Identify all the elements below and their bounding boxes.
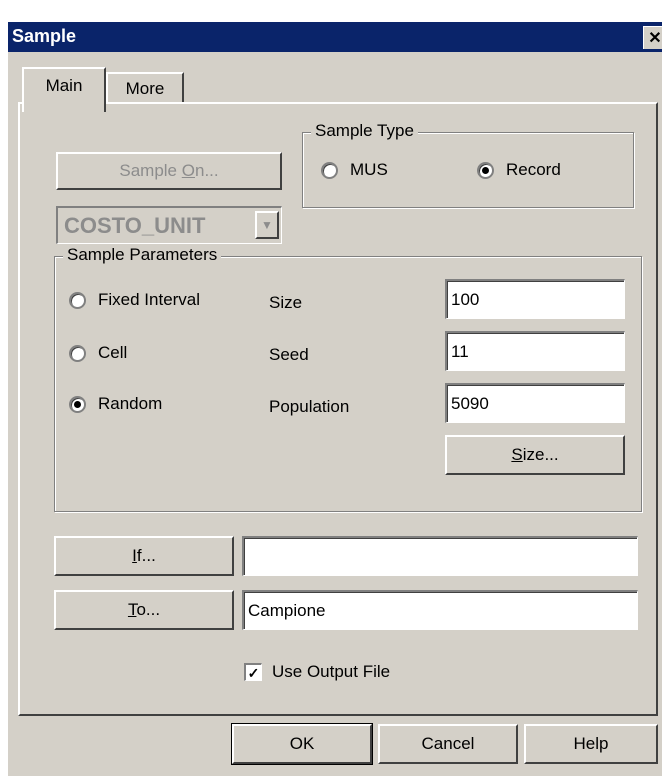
radio-random[interactable]: Random: [69, 394, 162, 414]
checkmark-icon: ✓: [244, 663, 262, 681]
help-button-label: Help: [573, 734, 609, 753]
radio-fixed-interval[interactable]: Fixed Interval: [69, 290, 200, 310]
sample-dialog: Sample ✕ Main More Sample On... COSTO_UN…: [8, 22, 662, 776]
sample-type-legend: Sample Type: [311, 121, 418, 141]
sample-parameters-legend: Sample Parameters: [63, 245, 222, 265]
if-button-label: If...: [132, 546, 156, 565]
size-button-label: Size...: [511, 445, 559, 464]
radio-mus[interactable]: MUS: [321, 160, 388, 180]
sample-field-value: COSTO_UNIT: [64, 213, 206, 238]
radio-record-label: Record: [506, 160, 561, 179]
size-label: Size: [269, 293, 303, 312]
tab-main[interactable]: Main: [22, 67, 106, 112]
close-button[interactable]: ✕: [643, 26, 662, 49]
radio-icon: [69, 395, 86, 413]
tab-more-label: More: [125, 79, 165, 98]
use-output-file-checkbox[interactable]: ✓ Use Output File: [244, 662, 390, 682]
to-button-label: To...: [127, 600, 161, 619]
tab-main-label: Main: [45, 76, 83, 95]
window-title: Sample: [12, 26, 77, 46]
radio-fixed-interval-label: Fixed Interval: [98, 290, 201, 309]
cancel-button[interactable]: Cancel: [378, 724, 518, 764]
radio-icon: [69, 344, 86, 362]
sample-type-group: Sample Type MUS Record: [302, 121, 634, 208]
cancel-button-label: Cancel: [421, 734, 475, 753]
sample-on-button[interactable]: Sample On...: [56, 152, 282, 190]
population-label: Population: [269, 397, 350, 416]
size-button[interactable]: Size...: [445, 435, 625, 475]
radio-selected-dot: [482, 166, 489, 174]
radio-icon: [69, 291, 86, 309]
radio-selected-dot: [74, 400, 81, 408]
radio-cell-label: Cell: [98, 343, 128, 362]
ok-button-label: OK: [289, 734, 315, 753]
output-name-input[interactable]: Campione: [242, 590, 638, 630]
sample-on-label: Sample On...: [119, 161, 219, 180]
chevron-down-icon[interactable]: ▼: [255, 211, 279, 239]
use-output-file-label: Use Output File: [272, 662, 391, 681]
radio-mus-label: MUS: [350, 160, 388, 179]
radio-icon: [477, 161, 494, 179]
help-button[interactable]: Help: [524, 724, 658, 764]
to-button[interactable]: To...: [54, 590, 234, 630]
if-button[interactable]: If...: [54, 536, 234, 576]
radio-icon: [321, 161, 338, 179]
radio-record[interactable]: Record: [477, 160, 561, 180]
sample-parameters-group: Sample Parameters Fixed Interval Cell Ra…: [54, 245, 642, 512]
radio-cell[interactable]: Cell: [69, 343, 127, 363]
tab-more[interactable]: More: [106, 72, 184, 104]
seed-label: Seed: [269, 345, 309, 364]
population-input[interactable]: 5090: [445, 383, 625, 423]
if-expression-input[interactable]: [242, 536, 638, 576]
seed-input[interactable]: 11: [445, 331, 625, 371]
title-bar: Sample ✕: [8, 22, 662, 52]
radio-random-label: Random: [98, 394, 163, 413]
size-input[interactable]: 100: [445, 279, 625, 319]
sample-field-select[interactable]: COSTO_UNIT ▼: [56, 206, 282, 244]
ok-button[interactable]: OK: [231, 723, 373, 765]
